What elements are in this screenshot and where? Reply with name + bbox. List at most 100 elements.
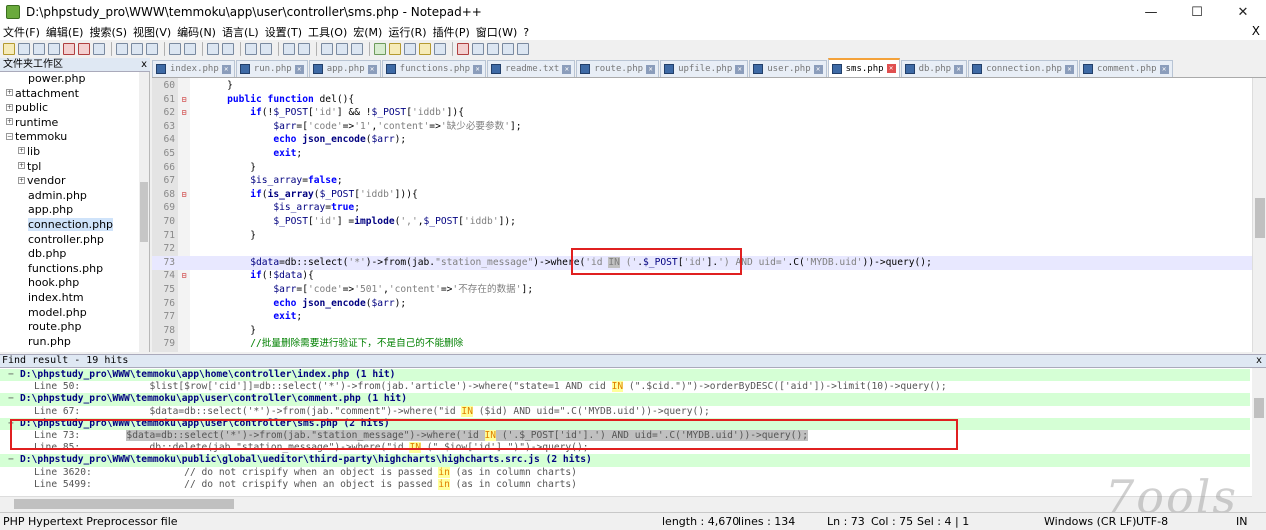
tab-app-php[interactable]: app.php ✕ <box>308 60 381 77</box>
menu-edit[interactable]: 编辑(E) <box>43 24 87 40</box>
tab-close-icon[interactable]: ✕ <box>562 64 572 74</box>
tree-node[interactable]: db.php <box>0 247 149 262</box>
code-editor[interactable]: 60 } 61 ⊟ public function del(){62 ⊟ if(!$_… <box>152 78 1266 352</box>
collapse-icon[interactable]: − <box>8 369 14 381</box>
menu-file[interactable]: 文件(F) <box>0 24 43 40</box>
redo-icon[interactable] <box>184 43 196 55</box>
new-file-icon[interactable] <box>3 43 15 55</box>
editor-scrollbar[interactable] <box>1252 78 1266 352</box>
menu-run[interactable]: 运行(R) <box>385 24 429 40</box>
find-result-line[interactable]: Line 5499: // do not crispify when an ob… <box>0 478 1250 491</box>
save-macro-icon[interactable] <box>517 43 529 55</box>
tree-node[interactable]: functions.php <box>0 262 149 277</box>
menu-help[interactable]: ? <box>520 26 532 39</box>
fold-marker-icon[interactable]: ⊟ <box>179 93 189 107</box>
word-wrap-icon[interactable] <box>321 43 333 55</box>
record-macro-icon[interactable] <box>457 43 469 55</box>
code-line[interactable]: 79 //批量删除需要进行验证下，不是自己的不能删除 <box>152 337 1252 351</box>
find-result-line[interactable]: Line 50: $list[$row['cid']]=db::select('… <box>0 381 1250 393</box>
tree-expander-icon[interactable]: + <box>6 89 13 97</box>
collapse-icon[interactable]: − <box>8 393 14 405</box>
cut-icon[interactable] <box>116 43 128 55</box>
menu-settings[interactable]: 设置(T) <box>262 24 305 40</box>
tab-close-icon[interactable]: ✕ <box>646 64 656 74</box>
menu-encoding[interactable]: 编码(N) <box>174 24 219 40</box>
tree-node[interactable]: connection.php <box>0 217 149 233</box>
tree-expander-icon[interactable]: + <box>6 118 13 126</box>
tree-scrollbar[interactable] <box>139 72 149 352</box>
tree-expander-icon[interactable]: + <box>18 176 25 184</box>
find-scroll-thumb[interactable] <box>1254 398 1264 418</box>
tab-close-icon[interactable]: ✕ <box>886 64 896 73</box>
tree-node[interactable]: index.htm <box>0 291 149 306</box>
find-result-file[interactable]: − D:\phpstudy_pro\WWW\temmoku\app\home\co… <box>0 369 1250 382</box>
code-line[interactable]: 76 echo json_encode($arr); <box>152 297 1252 311</box>
tree-node[interactable]: admin.php <box>0 189 149 204</box>
tab-sms-php[interactable]: sms.php ✕ <box>827 58 900 77</box>
tree-scroll-thumb[interactable] <box>140 182 148 242</box>
tab-close-icon[interactable]: ✕ <box>813 64 823 74</box>
replace-icon[interactable] <box>222 43 234 55</box>
menu-window[interactable]: 窗口(W) <box>473 24 520 40</box>
stop-macro-icon[interactable] <box>472 43 484 55</box>
tree-node[interactable]: + runtime <box>0 116 149 131</box>
tree-expander-icon[interactable]: − <box>6 132 13 140</box>
print-icon[interactable] <box>93 43 105 55</box>
find-scrollbar[interactable] <box>1252 368 1266 496</box>
tree-node[interactable]: + tpl <box>0 160 149 175</box>
code-line[interactable]: 75 $arr=['code'=>'501','content'=>'不存在的数… <box>152 283 1252 297</box>
close-button[interactable]: ✕ <box>1220 0 1266 24</box>
code-line[interactable]: 61 ⊟ public function del(){ <box>152 93 1252 107</box>
copy-icon[interactable] <box>131 43 143 55</box>
tree-node[interactable]: run.php <box>0 335 149 350</box>
monitoring-icon[interactable] <box>434 43 446 55</box>
tab-comment-php[interactable]: comment.php ✕ <box>1078 60 1173 77</box>
code-line[interactable]: 69 $is_array=true; <box>152 201 1252 215</box>
maximize-button[interactable]: ☐ <box>1174 0 1220 24</box>
tree-node[interactable]: + attachment <box>0 87 149 102</box>
menu-macro[interactable]: 宏(M) <box>350 24 385 40</box>
zoom-out-icon[interactable] <box>260 43 272 55</box>
find-result-line[interactable]: Line 67: $data=db::select('*')->from(jab… <box>0 405 1250 418</box>
tree-expander-icon[interactable]: + <box>18 162 25 170</box>
undo-icon[interactable] <box>169 43 181 55</box>
play-macro-icon[interactable] <box>487 43 499 55</box>
save-all-icon[interactable] <box>48 43 60 55</box>
menu-tools[interactable]: 工具(O) <box>305 24 350 40</box>
doc-map-icon[interactable] <box>389 43 401 55</box>
udl-icon[interactable] <box>374 43 386 55</box>
status-encoding[interactable]: UTF-8 <box>1136 513 1168 530</box>
code-line[interactable]: 71 } <box>152 229 1252 243</box>
code-line[interactable]: 78 } <box>152 324 1252 338</box>
run-macro-multiple-icon[interactable] <box>502 43 514 55</box>
tab-close-icon[interactable]: ✕ <box>954 64 964 74</box>
code-line[interactable]: 64 echo json_encode($arr); <box>152 133 1252 147</box>
tree-node[interactable]: controller.php <box>0 233 149 248</box>
tab-close-icon[interactable]: ✕ <box>294 64 304 74</box>
code-line[interactable]: 60 } <box>152 79 1252 93</box>
tab-close-icon[interactable]: ✕ <box>367 64 377 74</box>
tab-functions-php[interactable]: functions.php ✕ <box>381 60 487 77</box>
sync-horizontal-icon[interactable] <box>298 43 310 55</box>
tree-node[interactable]: hook.php <box>0 276 149 291</box>
tab-close-icon[interactable]: ✕ <box>1159 64 1169 74</box>
code-line[interactable]: 65 exit; <box>152 147 1252 161</box>
tab-connection-php[interactable]: connection.php ✕ <box>968 60 1078 77</box>
tab-readme-txt[interactable]: readme.txt ✕ <box>487 60 576 77</box>
find-horizontal-scrollbar[interactable] <box>0 496 1252 510</box>
code-line[interactable]: 66 } <box>152 161 1252 175</box>
open-file-icon[interactable] <box>18 43 30 55</box>
indent-guide-icon[interactable] <box>351 43 363 55</box>
code-line[interactable]: 63 $arr=['code'=>'1','content'=>'缺少必要参数'… <box>152 120 1252 134</box>
tab-close-icon[interactable]: ✕ <box>221 64 231 74</box>
tab-index-php[interactable]: index.php ✕ <box>152 60 235 77</box>
show-all-chars-icon[interactable] <box>336 43 348 55</box>
tree-node[interactable]: route.php <box>0 320 149 335</box>
tree-node[interactable]: + public <box>0 101 149 116</box>
save-icon[interactable] <box>33 43 45 55</box>
tree-node[interactable]: + lib <box>0 145 149 160</box>
find-result-line[interactable]: Line 3620: // do not crispify when an ob… <box>0 466 1250 479</box>
menu-search[interactable]: 搜索(S) <box>86 24 130 40</box>
tab-close-icon[interactable]: ✕ <box>1064 64 1074 74</box>
paste-icon[interactable] <box>146 43 158 55</box>
